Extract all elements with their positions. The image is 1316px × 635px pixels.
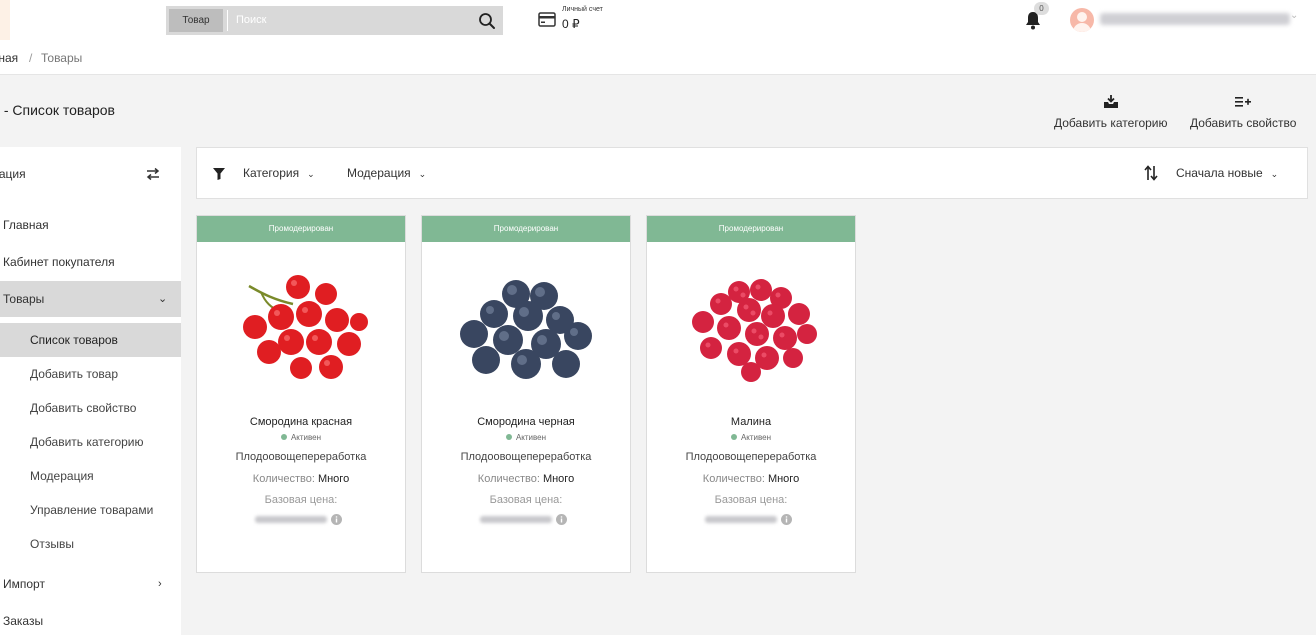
tray-download-icon bbox=[1103, 95, 1118, 108]
account-label: Личный счет bbox=[562, 6, 603, 13]
avatar[interactable] bbox=[1070, 8, 1094, 32]
search-scope-button[interactable]: Товар bbox=[169, 9, 223, 32]
sidebar-subitem-product-management[interactable]: Управление товарами bbox=[0, 493, 181, 527]
product-state: Активен bbox=[197, 433, 405, 442]
price-label: Базовая цена: bbox=[489, 494, 563, 506]
search-icon[interactable] bbox=[478, 12, 496, 30]
filter-icon[interactable] bbox=[213, 168, 225, 180]
credit-card-icon bbox=[538, 12, 556, 27]
status-dot-icon bbox=[280, 434, 287, 440]
notification-badge: 0 bbox=[1034, 2, 1049, 15]
sidebar-subitem-add-property[interactable]: Добавить свойство bbox=[0, 391, 181, 425]
status-badge: Промодерирован bbox=[647, 216, 855, 242]
product-card[interactable]: Промодерирован Малина Активен Плодоовоще… bbox=[646, 215, 856, 573]
product-quantity: Количество: Много bbox=[477, 473, 575, 485]
product-card[interactable]: Промодерирован Смородина черная Активен … bbox=[421, 215, 631, 573]
moderation-dropdown[interactable]: Модерация ⌄ bbox=[347, 148, 426, 199]
chevron-down-icon: ⌄ bbox=[418, 169, 427, 179]
sidebar-header: игация bbox=[0, 147, 181, 202]
status-badge: Промодерирован bbox=[197, 216, 405, 242]
add-category-button[interactable]: Добавить категорию bbox=[1054, 94, 1168, 130]
page-title: ы - Список товаров bbox=[0, 102, 115, 118]
sort-dropdown[interactable]: Сначала новые ⌄ bbox=[1176, 148, 1278, 199]
price-label: Базовая цена: bbox=[714, 494, 788, 506]
sidebar-subitem-reviews[interactable]: Отзывы bbox=[0, 527, 181, 561]
status-badge: Промодерирован bbox=[422, 216, 630, 242]
info-icon[interactable] bbox=[331, 514, 342, 525]
chevron-down-icon: ⌄ bbox=[158, 293, 168, 305]
product-quantity: Количество: Много bbox=[252, 473, 350, 485]
price-value-redacted bbox=[705, 516, 777, 523]
product-name[interactable]: Смородина черная bbox=[422, 416, 630, 428]
sidebar-item-orders[interactable]: Заказы bbox=[0, 603, 181, 635]
price-value-redacted bbox=[480, 516, 552, 523]
product-category: Плодоовощепереработка bbox=[235, 451, 367, 463]
breadcrumb-current: Товары bbox=[41, 51, 83, 65]
info-icon[interactable] bbox=[556, 514, 567, 525]
product-name[interactable]: Малина bbox=[647, 416, 855, 428]
sidebar-subitem-product-list[interactable]: Список товаров bbox=[0, 323, 181, 357]
product-category: Плодоовощепереработка bbox=[460, 451, 592, 463]
product-state: Активен bbox=[647, 433, 855, 442]
status-dot-icon bbox=[730, 434, 737, 440]
product-state: Активен bbox=[422, 433, 630, 442]
sidebar-item-home[interactable]: Главная bbox=[0, 207, 181, 243]
chevron-down-icon: ⌄ bbox=[307, 169, 315, 179]
breadcrumb-home[interactable]: вная bbox=[0, 42, 18, 75]
filter-bar: Категория ⌄ Модерация ⌄ Сначала новые ⌄ bbox=[196, 147, 1308, 199]
sidebar: игация Главная Кабинет покупателя Товары… bbox=[0, 147, 181, 635]
add-category-label: Добавить категорию bbox=[1054, 116, 1168, 130]
info-icon[interactable] bbox=[781, 514, 792, 525]
sidebar-item-import[interactable]: Импорт › bbox=[0, 566, 181, 602]
breadcrumb: вная / Товары bbox=[0, 42, 1316, 75]
product-quantity: Количество: Много bbox=[702, 473, 800, 485]
breadcrumb-separator: / bbox=[29, 51, 33, 65]
account-balance: 0 ₽ bbox=[562, 17, 580, 31]
list-add-icon bbox=[1235, 97, 1252, 107]
sidebar-item-buyer-cabinet[interactable]: Кабинет покупателя bbox=[0, 244, 181, 280]
chevron-down-icon: ⌄ bbox=[1270, 169, 1279, 179]
sidebar-subitem-add-category[interactable]: Добавить категорию bbox=[0, 425, 181, 459]
add-property-label: Добавить свойство bbox=[1190, 116, 1297, 130]
swap-arrows-icon[interactable] bbox=[145, 167, 161, 181]
product-name[interactable]: Смородина красная bbox=[197, 416, 405, 428]
sidebar-subitem-add-product[interactable]: Добавить товар bbox=[0, 357, 181, 391]
search-bar: Товар Поиск bbox=[166, 6, 503, 35]
add-property-button[interactable]: Добавить свойство bbox=[1190, 94, 1296, 130]
top-header: Товар Поиск Личный счет 0 ₽ 0 ⌄ bbox=[0, 0, 1316, 42]
raspberry-image bbox=[692, 279, 817, 382]
product-category: Плодоовощепереработка bbox=[685, 451, 817, 463]
sidebar-title: игация bbox=[0, 167, 26, 181]
logo[interactable] bbox=[0, 0, 10, 40]
search-divider bbox=[227, 10, 228, 31]
chevron-down-icon[interactable]: ⌄ bbox=[1290, 10, 1298, 21]
red-currant-image bbox=[243, 275, 368, 379]
search-input[interactable]: Поиск bbox=[236, 6, 266, 35]
category-dropdown[interactable]: Категория ⌄ bbox=[243, 148, 315, 199]
status-dot-icon bbox=[505, 434, 512, 440]
user-name-redacted[interactable] bbox=[1100, 13, 1290, 25]
blackcurrant-image bbox=[460, 280, 592, 379]
price-value-redacted bbox=[255, 516, 327, 523]
sort-icon[interactable] bbox=[1144, 165, 1158, 181]
sidebar-subitem-moderation[interactable]: Модерация bbox=[0, 459, 181, 493]
product-card[interactable]: Промодерирован Смородина красная Активен… bbox=[196, 215, 406, 573]
price-label: Базовая цена: bbox=[264, 494, 338, 506]
sidebar-item-products[interactable]: Товары ⌄ bbox=[0, 281, 181, 317]
chevron-right-icon: › bbox=[158, 578, 162, 590]
